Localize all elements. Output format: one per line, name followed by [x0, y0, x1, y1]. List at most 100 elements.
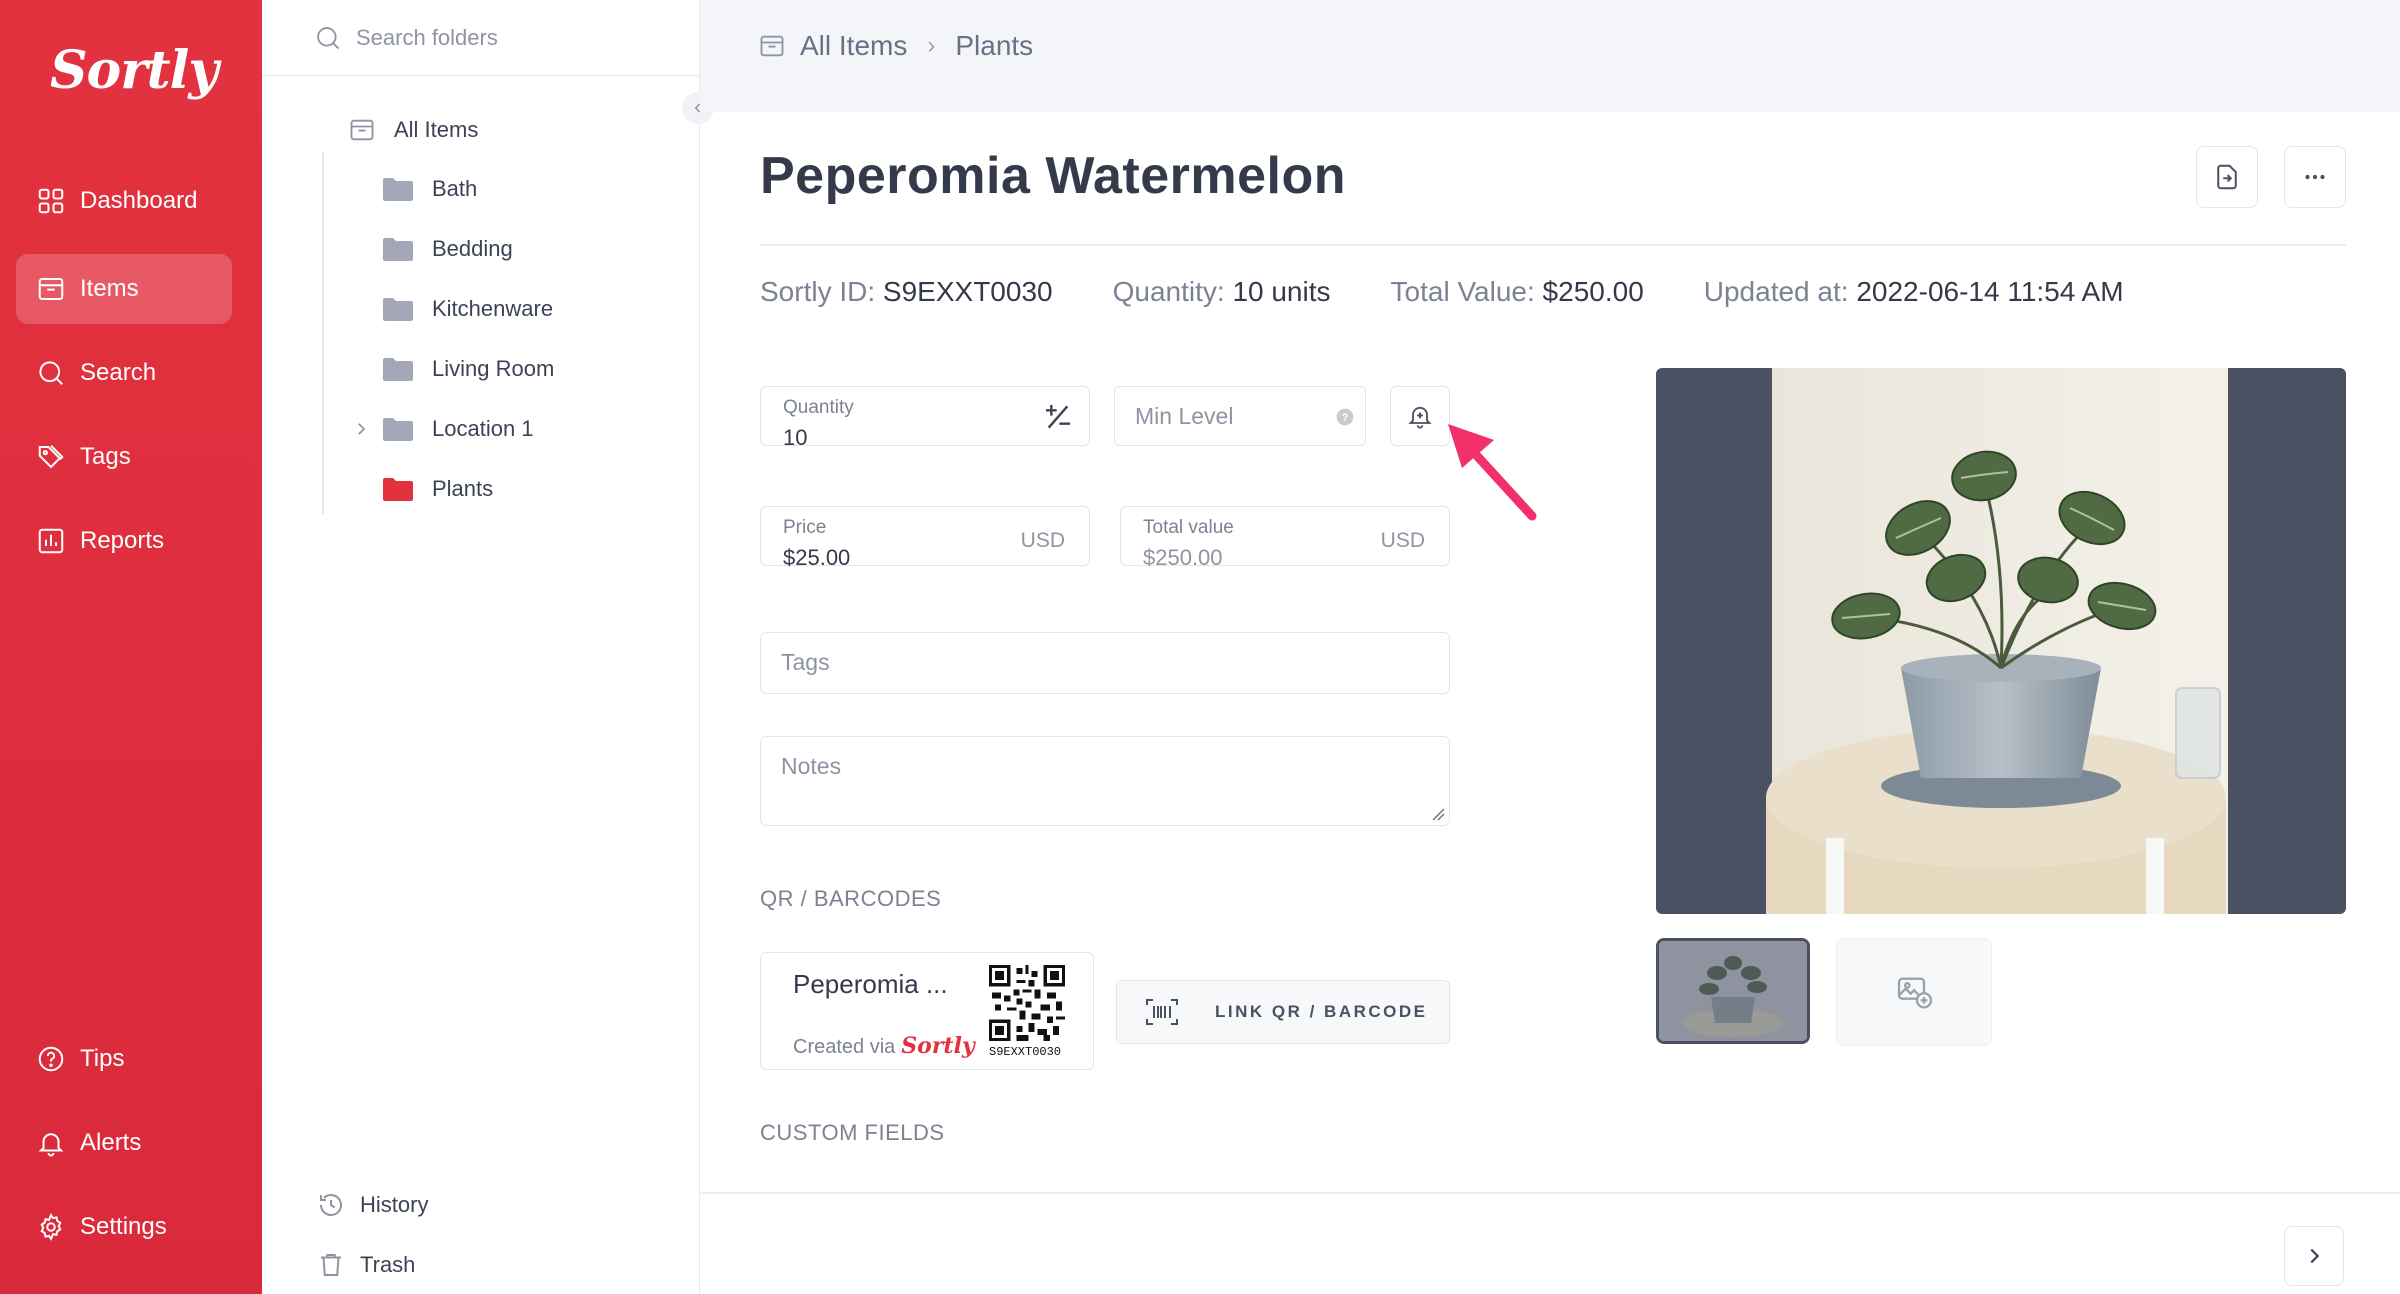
item-photo[interactable] [1656, 368, 2346, 914]
move-item-button[interactable] [2196, 146, 2258, 208]
meta-label: Quantity: [1112, 276, 1225, 307]
tags-placeholder: Tags [781, 649, 830, 675]
price-field[interactable]: Price $25.00 USD [760, 506, 1090, 570]
folder-label: Kitchenware [432, 296, 554, 321]
folder-item-bedding[interactable]: Bedding [382, 236, 513, 262]
bell-plus-icon [1408, 406, 1432, 429]
folder-icon [383, 478, 413, 501]
folder-item-location-1[interactable]: Location 1 [352, 416, 534, 442]
notes-field[interactable]: Notes [760, 736, 1450, 826]
trash-link[interactable]: Trash [316, 1250, 415, 1280]
meta-label: Total Value: [1390, 276, 1535, 307]
breadcrumb: All Items › Plants [758, 30, 1033, 62]
history-icon [320, 1194, 342, 1217]
trash-icon [321, 1254, 341, 1276]
meta-value: S9EXXT0030 [882, 276, 1053, 307]
photo-thumbnail[interactable] [1656, 938, 1810, 1044]
nav-item-tags[interactable]: Tags [16, 422, 232, 492]
item-title[interactable]: Peperomia Watermelon [760, 146, 1346, 206]
nav-item-items[interactable]: Items [16, 254, 232, 324]
qr-card-name: Peperomia ... [793, 969, 948, 999]
meta-sortly-id: Sortly ID: S9EXXT0030 [760, 276, 1053, 308]
items-icon [38, 278, 64, 300]
nav-item-tips[interactable]: Tips [16, 1024, 232, 1094]
quantity-field[interactable]: Quantity 10 [760, 386, 1090, 450]
more-horizontal-icon [2305, 174, 2325, 180]
folder-label: All Items [394, 117, 479, 142]
meta-label: Sortly ID: [760, 276, 876, 307]
meta-value: $250.00 [1542, 276, 1644, 307]
nav-label: Tags [80, 443, 131, 470]
quantity-label: Quantity [783, 397, 854, 418]
custom-fields-heading: CUSTOM FIELDS [760, 1120, 945, 1145]
nav-label: Alerts [80, 1129, 142, 1156]
folder-search [262, 0, 699, 76]
folder-label: Bath [432, 176, 478, 201]
chevron-right-icon[interactable] [352, 420, 370, 438]
tags-field[interactable]: Tags [760, 632, 1450, 694]
nav-item-settings[interactable]: Settings [16, 1192, 232, 1262]
nav-item-search[interactable]: Search [16, 338, 232, 408]
top-bar: All Items › Plants [700, 0, 2400, 112]
resize-handle-icon[interactable] [1431, 807, 1445, 821]
move-icon [2217, 164, 2237, 190]
nav-item-dashboard[interactable]: Dashboard [16, 166, 232, 236]
total-value-currency: USD [1380, 529, 1425, 552]
total-value-value: $250.00 [1143, 545, 1223, 570]
add-image-icon [1897, 977, 1933, 1009]
nav-label: Items [80, 275, 139, 302]
sortly-logo[interactable]: Sortly [50, 40, 219, 101]
annotation-arrow [1448, 424, 1537, 521]
plant-thumbnail [1659, 941, 1807, 1041]
folder-label: Bedding [432, 236, 513, 261]
folder-item-living-room[interactable]: Living Room [382, 356, 554, 382]
header-divider [760, 244, 2346, 246]
nav-label: Dashboard [80, 187, 198, 214]
help-icon[interactable]: ? [1335, 407, 1355, 427]
folder-item-bath[interactable]: Bath [382, 176, 477, 202]
folder-item-all-items[interactable]: All Items [348, 116, 478, 144]
nav-label: Tips [80, 1045, 125, 1072]
history-label: History [360, 1192, 429, 1217]
trash-label: Trash [360, 1252, 416, 1277]
nav-label: Search [80, 359, 157, 386]
link-qr-barcode-button[interactable]: LINK QR / BARCODE [1116, 980, 1450, 1044]
meta-value: 2022-06-14 11:54 AM [1856, 276, 2124, 307]
qr-code-icon [989, 965, 1065, 1041]
item-meta: Sortly ID: S9EXXT0030 Quantity: 10 units… [760, 276, 2184, 308]
meta-updated-at: Updated at: 2022-06-14 11:54 AM [1704, 276, 2124, 308]
price-currency: USD [1020, 529, 1065, 552]
qr-code-id: S9EXXT0030 [989, 1045, 1062, 1059]
price-value: $25.00 [783, 545, 851, 570]
breadcrumb-current[interactable]: Plants [955, 30, 1033, 62]
link-qr-barcode-label: LINK QR / BARCODE [1215, 1002, 1428, 1021]
bottom-bar [700, 1192, 2400, 1294]
help-icon [38, 1046, 64, 1072]
notes-placeholder: Notes [781, 753, 842, 779]
quantity-value: 10 [783, 425, 808, 450]
breadcrumb-root[interactable]: All Items [800, 30, 907, 62]
bell-icon [38, 1133, 64, 1157]
meta-value: 10 units [1232, 276, 1331, 307]
more-options-button[interactable] [2284, 146, 2346, 208]
folder-icon [383, 178, 413, 201]
min-level-field[interactable]: Min Level ? [1114, 386, 1366, 446]
add-photo-button[interactable] [1836, 938, 1992, 1046]
folder-label: Living Room [432, 356, 555, 381]
plus-minus-icon[interactable] [1041, 401, 1075, 433]
qr-label-card[interactable]: Peperomia ... Created via Sortly S9EXXT0… [760, 952, 1094, 1070]
main-nav: Sortly Dashboard Items Search Tags Repor… [0, 0, 262, 1294]
items-icon [350, 119, 374, 141]
folder-icon [383, 358, 413, 381]
meta-quantity: Quantity: 10 units [1113, 276, 1331, 308]
nav-item-alerts[interactable]: Alerts [16, 1108, 232, 1178]
history-link[interactable]: History [316, 1190, 428, 1220]
folder-search-input[interactable] [356, 24, 656, 51]
folder-label: Plants [432, 476, 494, 501]
folder-item-kitchenware[interactable]: Kitchenware [382, 296, 553, 322]
nav-item-reports[interactable]: Reports [16, 506, 232, 576]
next-item-button[interactable] [2284, 1226, 2344, 1286]
gear-icon [40, 1213, 62, 1241]
plant-photo [1766, 368, 2228, 914]
folder-item-plants[interactable]: Plants [382, 476, 493, 502]
